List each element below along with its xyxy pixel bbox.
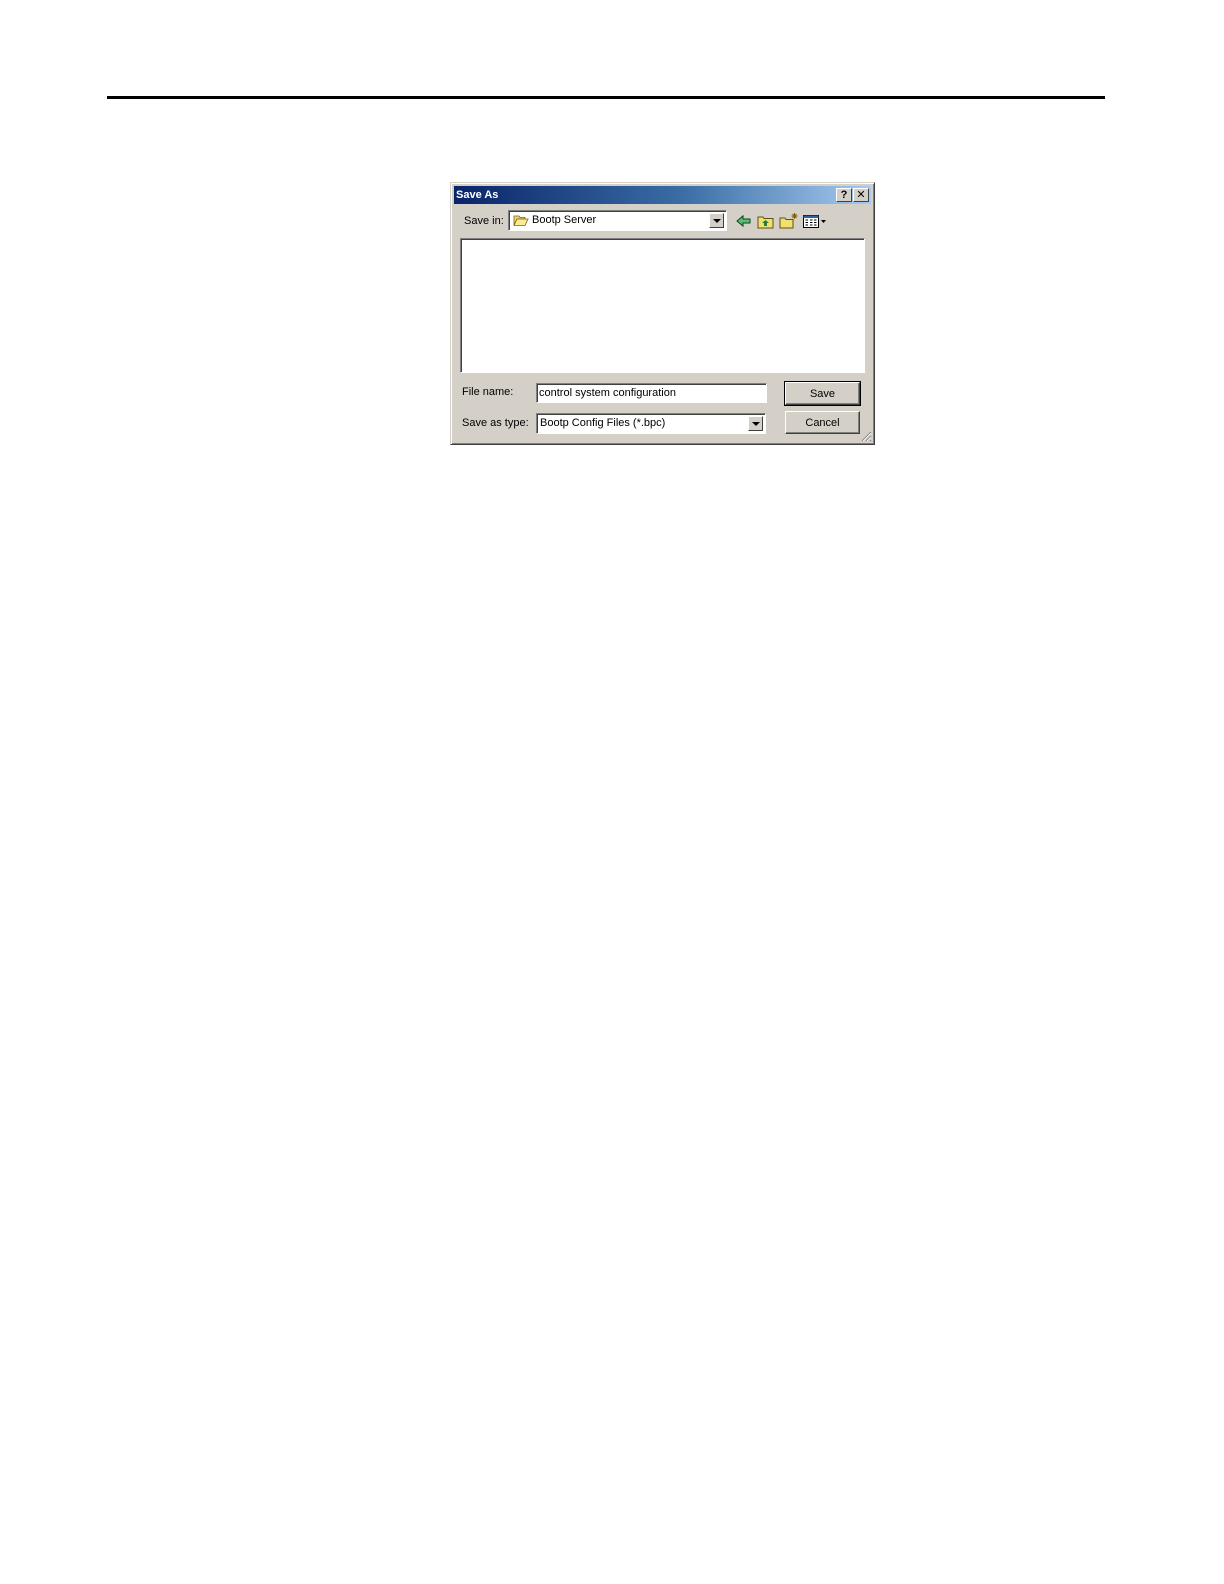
view-menu-icon[interactable] (802, 212, 828, 230)
resize-grip-icon[interactable] (860, 430, 872, 442)
save-as-type-dropdown[interactable]: Bootp Config Files (*.bpc) (536, 413, 766, 434)
file-name-label: File name: (462, 386, 514, 398)
back-arrow-icon[interactable] (734, 212, 754, 230)
page-header-rule (107, 96, 1105, 99)
up-one-level-icon[interactable] (756, 212, 776, 230)
new-folder-icon[interactable] (779, 212, 799, 230)
file-name-input[interactable] (536, 383, 767, 403)
save-as-dialog: Save As ? ✕ Save in: Bootp Server File n… (450, 182, 875, 445)
cancel-button[interactable]: Cancel (785, 411, 860, 434)
save-as-type-label: Save as type: (462, 417, 529, 429)
file-list[interactable] (460, 238, 865, 373)
folder-icon (513, 215, 529, 226)
dialog-title: Save As (456, 189, 499, 201)
save-in-value: Bootp Server (532, 214, 597, 226)
save-as-type-value: Bootp Config Files (*.bpc) (540, 417, 666, 429)
title-bar[interactable]: Save As ? ✕ (454, 186, 871, 204)
save-button[interactable]: Save (784, 381, 861, 406)
close-button[interactable]: ✕ (853, 188, 869, 202)
save-in-dropdown-arrow[interactable] (709, 213, 724, 228)
save-in-dropdown[interactable]: Bootp Server (508, 210, 727, 231)
save-in-label: Save in: (464, 215, 504, 227)
help-button[interactable]: ? (836, 188, 852, 202)
save-as-type-dropdown-arrow[interactable] (748, 416, 763, 431)
